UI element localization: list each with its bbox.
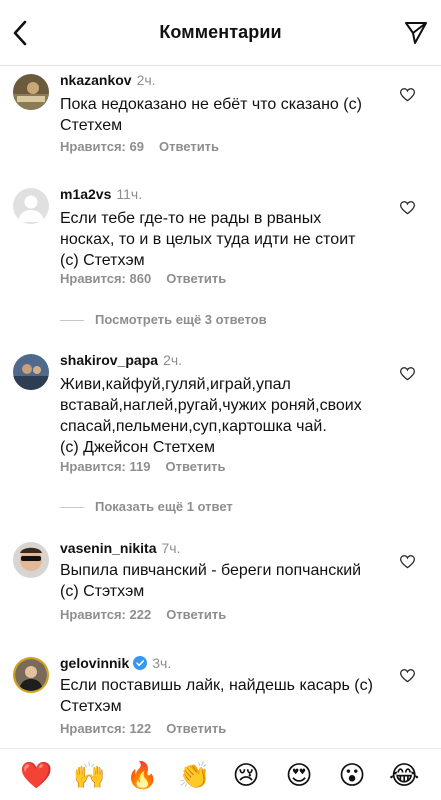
reply-button[interactable]: Ответить xyxy=(165,459,225,474)
tears-of-joy-emoji-icon[interactable]: 😂 xyxy=(389,761,419,791)
clapping-hands-emoji-icon[interactable]: 👏 xyxy=(178,761,210,791)
timestamp: 11ч. xyxy=(116,186,143,202)
raised-hands-emoji-icon[interactable]: 🙌 xyxy=(73,761,105,791)
likes-count[interactable]: Нравится: 860 xyxy=(60,271,151,286)
reply-button[interactable]: Ответить xyxy=(166,271,226,286)
timestamp: 7ч. xyxy=(161,540,181,556)
comment-text: Выпила пивчанский - береги попчанский (с… xyxy=(60,562,362,600)
view-more-label[interactable]: Посмотреть ещё 3 ответов xyxy=(95,312,267,327)
reply-button[interactable]: Ответить xyxy=(166,607,226,622)
username[interactable]: nkazankov xyxy=(60,72,132,88)
timestamp: 2ч. xyxy=(163,352,183,368)
avatar[interactable] xyxy=(13,657,49,693)
comment-text: Живи,кайфуй,гуляй,играй,упал вставай,наг… xyxy=(60,376,362,456)
heart-emoji-icon[interactable]: ❤️ xyxy=(20,761,52,791)
verified-badge-icon xyxy=(133,656,148,670)
surprised-face-emoji-icon[interactable]: 😮 xyxy=(337,761,367,791)
heart-icon[interactable] xyxy=(400,88,415,102)
divider xyxy=(60,507,84,509)
likes-count[interactable]: Нравится: 69 xyxy=(60,139,144,154)
likes-count[interactable]: Нравится: 119 xyxy=(60,459,150,474)
avatar[interactable] xyxy=(13,188,49,224)
likes-count[interactable]: Нравится: 122 xyxy=(60,721,151,736)
avatar[interactable] xyxy=(13,354,49,390)
comment-text: Если тебе где-то не рады в рваных носкаx… xyxy=(60,210,356,269)
heart-icon[interactable] xyxy=(400,201,415,215)
avatar[interactable] xyxy=(13,74,49,110)
view-more-label[interactable]: Показать ещё 1 ответ xyxy=(95,499,233,514)
username[interactable]: m1a2vs xyxy=(60,186,111,202)
reply-button[interactable]: Ответить xyxy=(159,139,219,154)
username[interactable]: vasenin_nikita xyxy=(60,540,157,556)
likes-count[interactable]: Нравится: 222 xyxy=(60,607,151,622)
heart-icon[interactable] xyxy=(400,367,415,381)
heart-eyes-emoji-icon[interactable]: 😍 xyxy=(284,761,314,791)
heart-icon[interactable] xyxy=(400,669,415,683)
heart-icon[interactable] xyxy=(400,555,415,569)
crying-face-emoji-icon[interactable]: 😢 xyxy=(231,761,261,791)
timestamp: 2ч. xyxy=(136,72,156,88)
header: Комментарии xyxy=(0,0,441,66)
comment-text: Если поставишь лайк, найдешь касарь (с) … xyxy=(60,677,373,715)
view-more-replies[interactable]: Показать ещё 1 ответ xyxy=(60,499,233,514)
paper-plane-icon[interactable] xyxy=(403,20,429,46)
fire-emoji-icon[interactable]: 🔥 xyxy=(126,761,158,791)
reply-button[interactable]: Ответить xyxy=(166,721,226,736)
page-title: Комментарии xyxy=(159,22,282,42)
emoji-reaction-bar: ❤️ 🙌 🔥 👏 😢 😍 😮 😂 xyxy=(0,748,441,800)
username[interactable]: gelovinnik xyxy=(60,655,129,671)
timestamp: 3ч. xyxy=(152,655,172,671)
divider xyxy=(60,320,84,322)
avatar[interactable] xyxy=(13,542,49,578)
username[interactable]: shakirov_papa xyxy=(60,352,158,368)
comment-text: Пока недоказано не ебёт что сказано (с) … xyxy=(60,96,362,134)
view-more-replies[interactable]: Посмотреть ещё 3 ответов xyxy=(60,312,267,327)
